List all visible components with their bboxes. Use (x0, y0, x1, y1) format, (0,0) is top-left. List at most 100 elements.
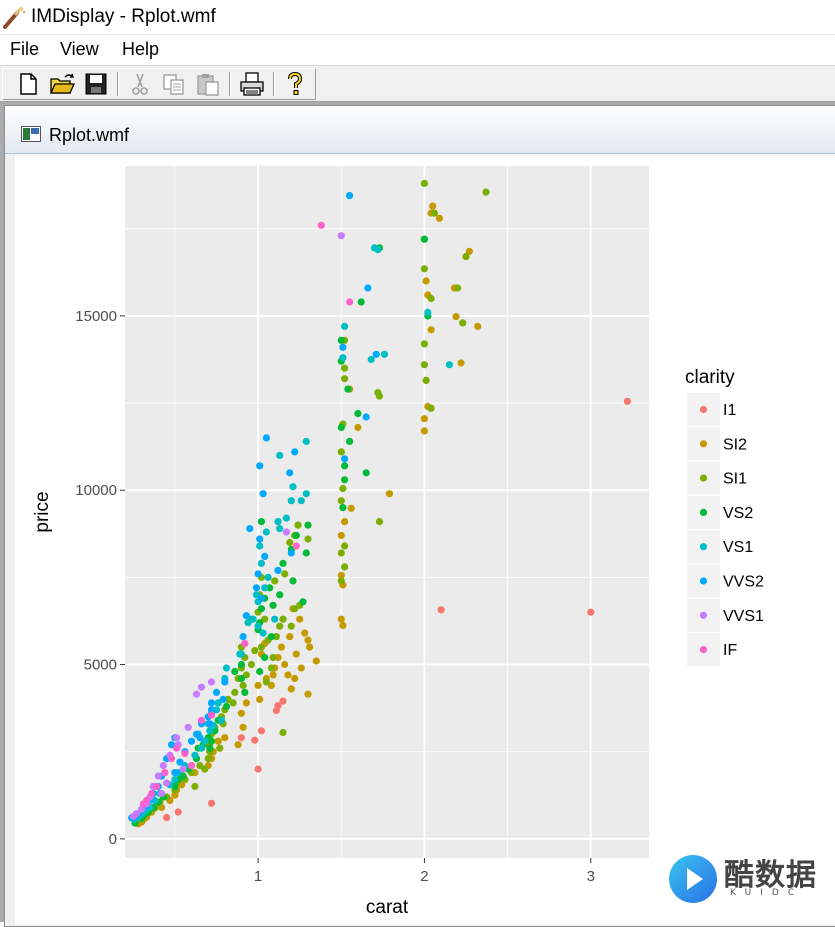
data-point-si2 (339, 621, 347, 630)
data-point-vvs1 (197, 683, 206, 691)
data-point-i1 (257, 727, 265, 735)
data-point-si2 (292, 650, 300, 658)
data-point-si1 (191, 782, 199, 791)
data-point-vs2 (339, 504, 347, 512)
data-point-si2 (341, 518, 349, 526)
kuidc-logo-icon (669, 855, 717, 903)
data-point-si1 (231, 688, 239, 697)
data-point-si2 (474, 322, 482, 330)
cut-scissors-icon[interactable] (126, 70, 154, 98)
data-point-si2 (237, 709, 245, 717)
data-point-si1 (247, 660, 255, 669)
data-point-vvs2 (256, 462, 264, 470)
y-tick-label: 5000 (84, 657, 117, 674)
data-point-vs1 (367, 355, 375, 364)
data-point-si1 (454, 284, 462, 292)
data-point-si1 (420, 265, 428, 273)
document-title: Rplot.wmf (49, 125, 130, 145)
data-point-i1 (251, 736, 259, 744)
save-disk-icon[interactable] (82, 70, 110, 98)
y-tick-label: 10000 (75, 482, 117, 499)
data-point-if (139, 800, 147, 808)
copy-icon[interactable] (160, 70, 188, 98)
data-point-i1 (174, 808, 182, 816)
data-point-vs1 (287, 497, 295, 505)
price-carat-scatter-plot: 1 2 3 0 5000 10000 15000 carat price clarity I… (32, 166, 764, 918)
data-point-if (168, 755, 176, 763)
data-point-vs1 (262, 528, 270, 536)
data-point-i1 (437, 606, 445, 614)
data-point-if (148, 789, 156, 798)
data-point-i1 (163, 814, 171, 822)
menu-file[interactable]: File (10, 39, 39, 60)
data-point-vvs1 (207, 678, 216, 686)
print-icon[interactable] (238, 70, 266, 98)
data-point-vvs2 (287, 549, 295, 557)
data-point-vs2 (299, 598, 307, 606)
data-point-vs1 (341, 322, 349, 330)
data-point-vs1 (261, 584, 269, 592)
data-point-vvs1 (184, 723, 192, 731)
legend-label-vs1: VS1 (723, 539, 753, 556)
data-point-si2 (304, 690, 312, 698)
menu-view[interactable]: View (60, 39, 99, 60)
data-point-vvs2 (261, 552, 269, 560)
data-point-si2 (301, 629, 309, 637)
paste-icon[interactable] (194, 70, 222, 98)
data-point-si2 (306, 643, 314, 651)
y-tick-label: 15000 (75, 308, 117, 325)
open-folder-icon[interactable] (48, 70, 76, 98)
data-point-vs1 (302, 490, 310, 498)
document-title-bar[interactable]: Rplot.wmf (5, 106, 835, 154)
data-point-if (317, 221, 325, 229)
data-point-vs2 (206, 744, 214, 752)
data-point-si2 (347, 504, 355, 512)
data-point-if (187, 762, 196, 770)
y-axis-label: price (32, 491, 53, 532)
data-point-si1 (281, 570, 289, 578)
data-point-si1 (294, 521, 302, 529)
legend-swatch-vvs2 (699, 577, 708, 585)
toolbar-separator (229, 72, 231, 96)
help-question-icon[interactable] (281, 70, 309, 98)
legend-label-if: IF (723, 642, 737, 659)
data-point-si2 (304, 636, 312, 644)
data-point-si1 (420, 361, 428, 369)
data-point-vvs2 (339, 343, 347, 351)
data-point-vs2 (269, 601, 277, 609)
data-point-si1 (427, 294, 435, 303)
data-point-si2 (337, 615, 345, 623)
data-point-vs2 (279, 559, 287, 567)
data-point-vvs2 (242, 612, 250, 620)
watermark-subtext: KUIDC (730, 888, 804, 898)
data-point-si2 (422, 277, 430, 285)
legend-swatch-vs1 (699, 543, 708, 551)
data-point-vs1 (171, 776, 179, 784)
data-point-si2 (254, 681, 262, 690)
data-point-si1 (341, 375, 349, 383)
data-point-si1 (459, 319, 467, 327)
data-point-vs1 (276, 451, 284, 459)
data-point-vs2 (257, 605, 265, 613)
data-point-vvs1 (158, 789, 166, 798)
data-point-si1 (201, 765, 209, 773)
x-tick-label: 3 (587, 868, 595, 885)
data-point-if (241, 640, 249, 648)
data-point-si1 (287, 622, 295, 630)
data-point-si1 (462, 253, 470, 261)
legend-label-vvs2: VVS2 (723, 574, 764, 591)
new-file-icon[interactable] (14, 70, 42, 98)
mdi-workspace: Rplot.wmf 1 2 3 0 5000 10000 15000 carat price… (0, 102, 835, 927)
plot-panel (125, 166, 649, 858)
data-point-si1 (337, 549, 345, 557)
data-point-i1 (272, 706, 280, 715)
data-point-vvs2 (176, 758, 184, 766)
data-point-vs1 (236, 650, 244, 658)
legend-label-vvs1: VVS1 (723, 608, 764, 625)
data-point-vs2 (256, 667, 264, 676)
data-point-si1 (337, 497, 345, 505)
document-window: Rplot.wmf 1 2 3 0 5000 10000 15000 carat price… (4, 105, 835, 927)
menu-help[interactable]: Help (122, 39, 159, 60)
data-point-vvs2 (262, 434, 270, 442)
data-point-si1 (427, 404, 435, 412)
